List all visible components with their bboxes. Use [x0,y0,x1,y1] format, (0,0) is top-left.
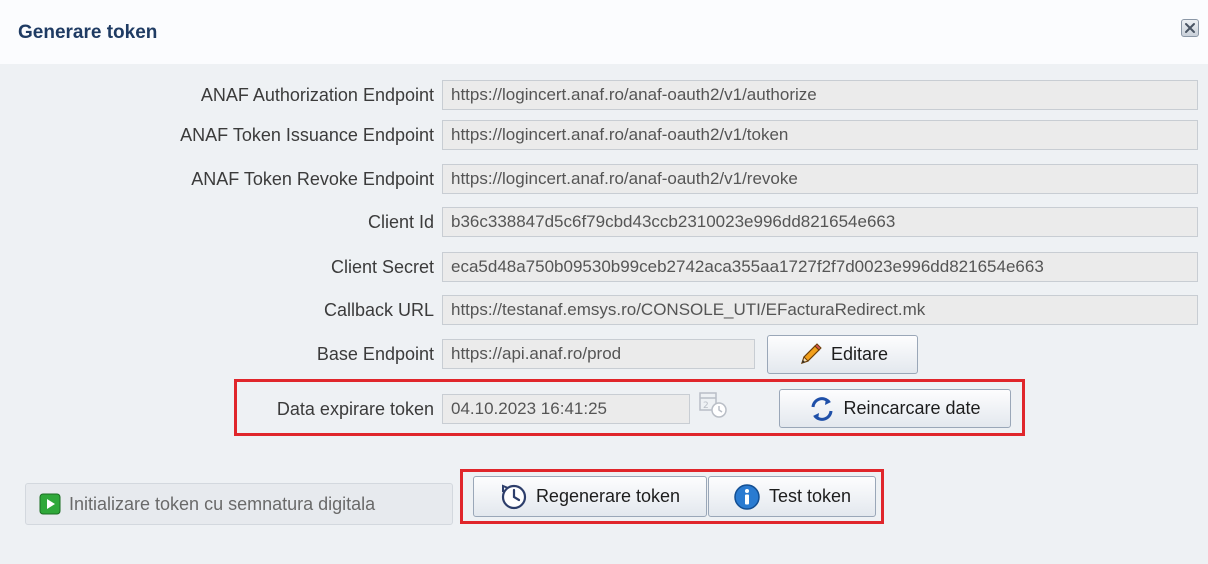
play-icon [39,493,61,515]
test-token-button[interactable]: Test token [708,476,876,517]
client-id-label: Client Id [367,212,434,232]
base-endpoint-label: Base Endpoint [316,344,434,364]
client-secret-label: Client Secret [330,257,434,277]
clock-icon [501,484,527,509]
refresh-icon [811,396,833,421]
expiry-date-field[interactable]: 04.10.2023 16:41:25 [442,394,690,424]
authorization-endpoint-label: ANAF Authorization Endpoint [200,85,434,105]
close-icon [1185,23,1195,33]
generate-token-dialog: Generare token ANAF Authorization Endpoi… [0,0,1208,564]
edit-button-label: Editare [830,344,889,364]
edit-button[interactable]: Editare [767,335,918,374]
authorization-endpoint-field[interactable]: https://logincert.anaf.ro/anaf-oauth2/v1… [442,80,1198,110]
client-id-field[interactable]: b36c338847d5c6f79cbd43ccb2310023e996dd82… [442,207,1198,237]
close-button[interactable] [1181,19,1199,37]
init-token-digital-signature-button[interactable]: Initializare token cu semnatura digitala [25,483,453,525]
regenerate-token-button[interactable]: Regenerare token [473,476,707,517]
dialog-title: Generare token [18,22,158,43]
svg-text:2: 2 [703,401,709,411]
calendar-clock-icon[interactable]: 2 [698,391,728,419]
reload-data-button[interactable]: Reincarcare date [779,389,1011,428]
token-revoke-endpoint-label: ANAF Token Revoke Endpoint [191,169,434,189]
info-icon [734,483,760,510]
callback-url-label: Callback URL [323,300,434,320]
client-secret-field[interactable]: eca5d48a750b09530b99ceb2742aca355aa1727f… [442,252,1198,282]
token-issuance-endpoint-field[interactable]: https://logincert.anaf.ro/anaf-oauth2/v1… [442,120,1198,150]
init-token-button-label: Initializare token cu semnatura digitala [69,493,376,514]
token-issuance-endpoint-label: ANAF Token Issuance Endpoint [180,125,434,145]
token-revoke-endpoint-field[interactable]: https://logincert.anaf.ro/anaf-oauth2/v1… [442,164,1198,194]
expiry-date-label: Data expirare token [276,399,434,419]
base-endpoint-field[interactable]: https://api.anaf.ro/prod [442,339,755,369]
pencil-icon [801,342,822,364]
test-token-button-label: Test token [768,486,852,506]
callback-url-field[interactable]: https://testanaf.emsys.ro/CONSOLE_UTI/EF… [442,295,1198,325]
reload-data-button-label: Reincarcare date [843,398,981,418]
regenerate-token-button-label: Regenerare token [535,486,681,506]
